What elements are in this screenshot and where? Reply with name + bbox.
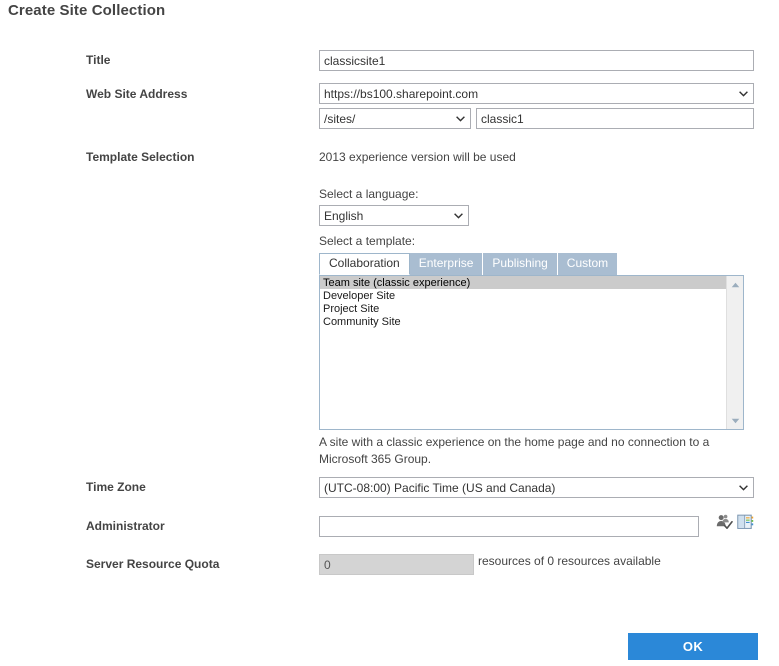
chevron-down-icon [456,116,465,122]
scroll-down-arrow-icon[interactable] [727,412,743,429]
administrator-input[interactable] [319,516,699,537]
web-site-address-fields: https://bs100.sharepoint.com /sites/ [319,83,754,129]
administrator-field-wrap [319,516,699,537]
tab-collaboration-label: Collaboration [329,256,400,270]
select-template-label: Select a template: [319,234,744,248]
language-select[interactable]: English [319,205,469,226]
title-input[interactable] [319,50,754,71]
tab-publishing[interactable]: Publishing [483,253,557,275]
chevron-down-icon [739,485,748,491]
row-administrator: Administrator [0,512,779,551]
title-field-wrap [319,50,754,71]
template-item-label: Community Site [323,316,401,328]
time-zone-select[interactable]: (UTC-08:00) Pacific Time (US and Canada) [319,477,754,498]
create-site-collection-form: Title Web Site Address https://bs100.sha… [0,45,779,585]
chevron-down-icon [454,213,463,219]
title-label: Title [86,53,306,67]
tab-collaboration[interactable]: Collaboration [319,253,410,275]
row-title: Title [0,45,779,79]
page-title: Create Site Collection [8,2,165,19]
row-time-zone: Time Zone (UTC-08:00) Pacific Time (US a… [0,474,779,512]
template-list-scrollbar[interactable] [726,276,743,429]
row-server-resource-quota: Server Resource Quota resources of 0 res… [0,551,779,585]
server-resource-quota-note: resources of 0 resources available [478,554,661,568]
template-item-label: Developer Site [323,290,395,302]
ok-button[interactable]: OK [628,633,758,660]
time-zone-label: Time Zone [86,480,306,494]
address-book-icon[interactable] [737,514,754,530]
list-item[interactable]: Team site (classic experience) [320,276,726,289]
template-category-tabs: Collaboration Enterprise Publishing Cust… [319,253,744,275]
template-item-label: Team site (classic experience) [323,277,470,289]
path-select[interactable]: /sites/ [319,108,471,129]
server-resource-quota-field-wrap [319,554,474,575]
list-item[interactable]: Project Site [320,302,726,315]
server-resource-quota-input [319,554,474,575]
chevron-down-icon [739,91,748,97]
template-description: A site with a classic experience on the … [319,434,744,468]
row-template-selection: Template Selection 2013 experience versi… [0,142,779,474]
administrator-label: Administrator [86,519,306,533]
template-selection-label: Template Selection [86,150,306,164]
template-list-items: Team site (classic experience) Developer… [320,276,726,429]
people-picker-actions [716,514,754,530]
experience-version-note: 2013 experience version will be used [319,149,744,165]
server-resource-quota-label: Server Resource Quota [86,557,306,571]
time-zone-field-wrap: (UTC-08:00) Pacific Time (US and Canada) [319,477,754,498]
web-site-address-label: Web Site Address [86,87,306,101]
tab-custom[interactable]: Custom [558,253,618,275]
path-and-name-row: /sites/ [319,108,754,129]
tab-custom-label: Custom [567,256,608,270]
list-item[interactable]: Developer Site [320,289,726,302]
row-web-site-address: Web Site Address https://bs100.sharepoin… [0,79,779,142]
list-item[interactable]: Community Site [320,315,726,328]
domain-select[interactable]: https://bs100.sharepoint.com [319,83,754,104]
tab-enterprise-label: Enterprise [419,256,474,270]
scroll-up-arrow-icon[interactable] [727,276,743,293]
tab-enterprise[interactable]: Enterprise [410,253,484,275]
tab-publishing-label: Publishing [492,256,547,270]
template-selection-fields: 2013 experience version will be used Sel… [319,149,744,468]
select-language-label: Select a language: [319,187,744,201]
domain-select-value: https://bs100.sharepoint.com [324,87,478,101]
path-select-value: /sites/ [324,112,355,126]
template-listbox[interactable]: Team site (classic experience) Developer… [319,275,744,430]
check-names-icon[interactable] [716,514,733,530]
template-item-label: Project Site [323,303,379,315]
url-name-input[interactable] [476,108,754,129]
time-zone-select-value: (UTC-08:00) Pacific Time (US and Canada) [324,481,555,495]
language-select-value: English [324,209,363,223]
